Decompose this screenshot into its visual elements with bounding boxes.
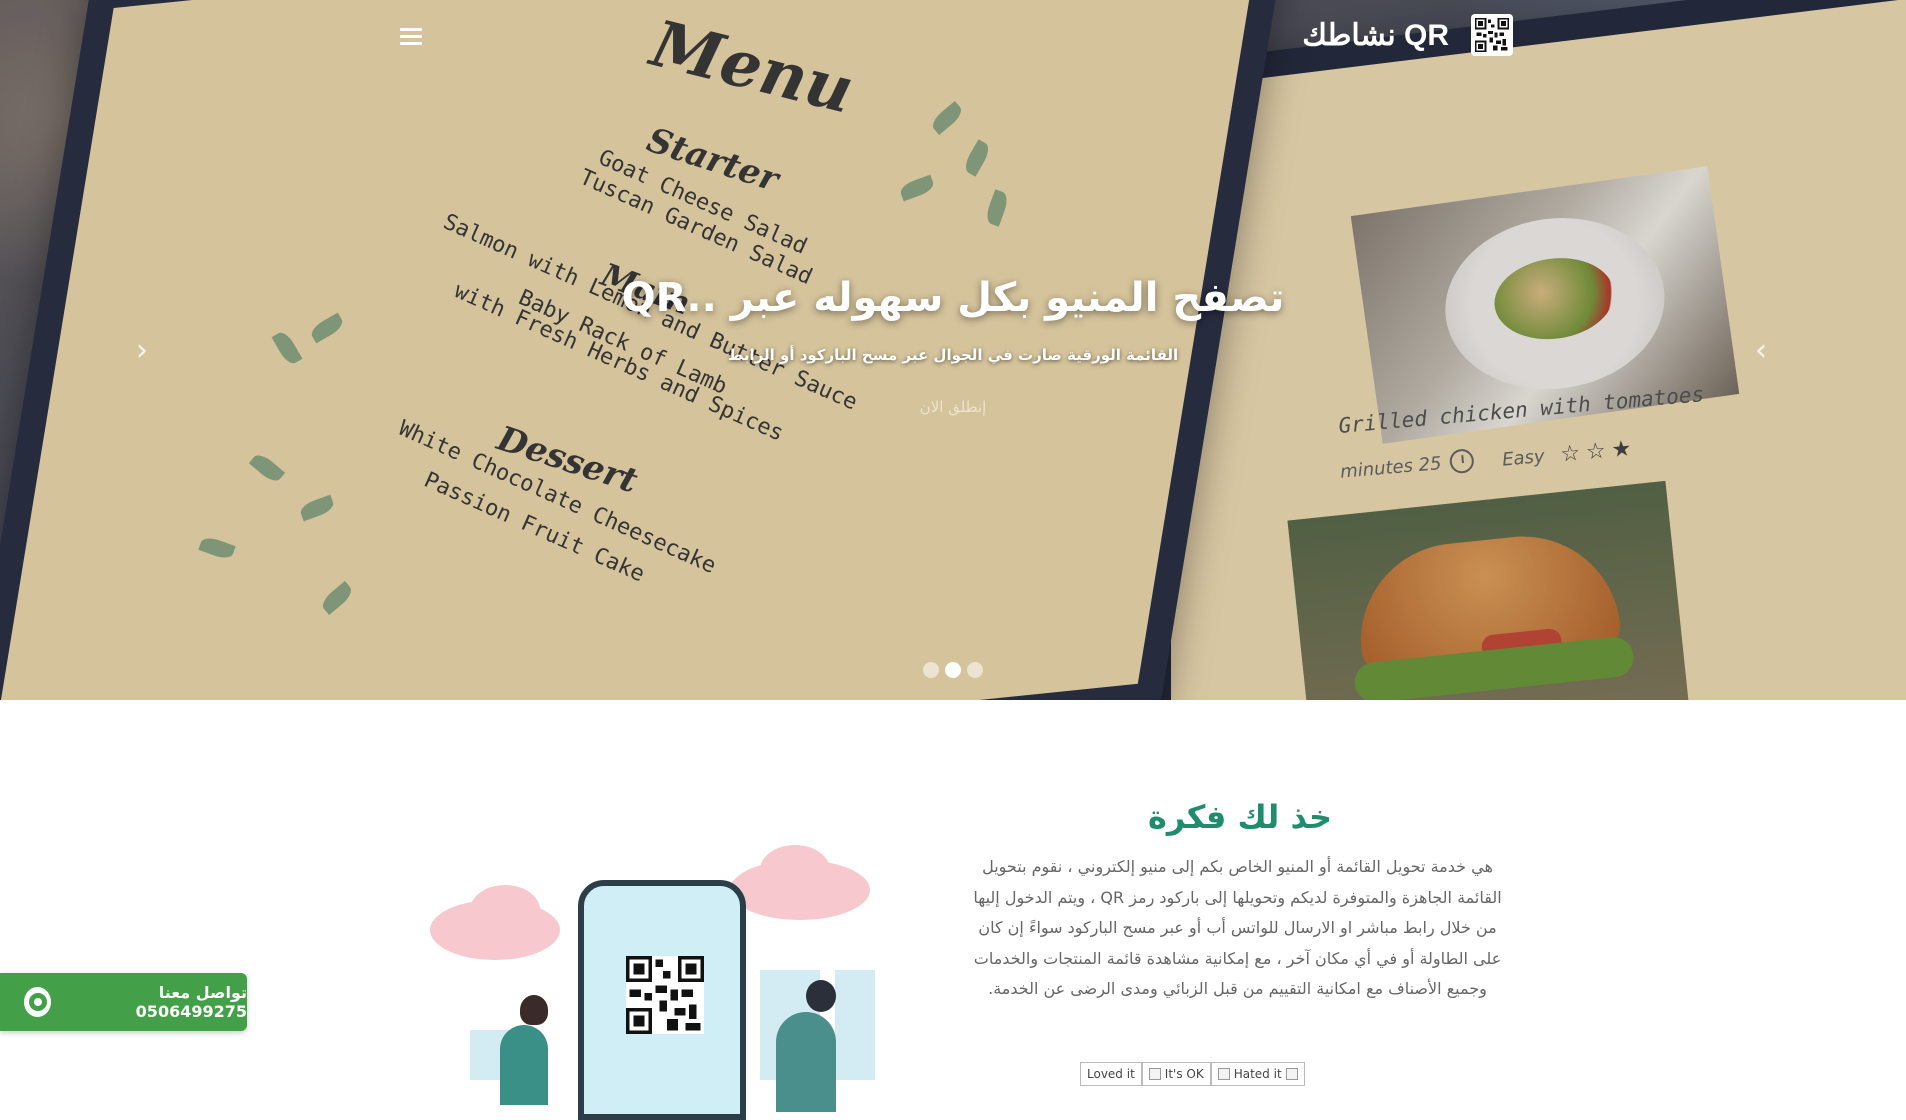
man-head: [806, 980, 836, 1012]
whatsapp-icon: [24, 987, 52, 1017]
rating-hated[interactable]: Hated it: [1210, 1062, 1305, 1086]
woman-head: [520, 995, 548, 1025]
broken-image-icon: [1285, 1068, 1298, 1080]
rating-hated-label: Hated it: [1233, 1067, 1282, 1081]
rating-loved[interactable]: Loved it: [1080, 1062, 1142, 1086]
chevron-left-icon[interactable]: ‹: [131, 334, 153, 368]
carousel-dot-active[interactable]: [945, 662, 961, 678]
hero-carousel: Menu Starter Goat Cheese Salad Tuscan Ga…: [0, 0, 1906, 700]
carousel-dot[interactable]: [923, 662, 939, 678]
hero-subtitle: القائمة الورقية صارت في الجوال عبر مسح ا…: [727, 346, 1179, 364]
hero-cta-link[interactable]: إنطلق الان: [920, 398, 987, 416]
qr-code-icon: [1471, 14, 1513, 56]
woman-figure: [500, 995, 548, 1105]
phone-illustration: [578, 880, 746, 1120]
man-body: [776, 1012, 836, 1112]
rating-loved-label: Loved it: [1087, 1067, 1135, 1081]
rating-ok[interactable]: It's OK: [1141, 1062, 1211, 1086]
whatsapp-label: تواصل معنا 0506499275: [135, 983, 247, 1021]
broken-image-icon: [1148, 1068, 1161, 1080]
carousel-dot[interactable]: [967, 662, 983, 678]
chevron-right-icon[interactable]: ›: [1750, 334, 1772, 368]
rating-ok-label: It's OK: [1164, 1067, 1204, 1081]
brand-logo-link[interactable]: QR نشاطك: [1302, 14, 1513, 56]
rating-widget: Loved it It's OK Hated it: [1080, 1062, 1305, 1086]
idea-title: خذ لك فكرة: [1148, 798, 1332, 836]
hero-title: تصفح المنيو بكل سهوله عبر ..QR: [621, 275, 1285, 321]
broken-image-icon: [1217, 1068, 1230, 1080]
man-figure: [776, 980, 836, 1112]
qr-code-icon: [626, 956, 704, 1034]
brand-name: QR نشاطك: [1302, 18, 1449, 52]
cloud-decoration: [760, 845, 830, 895]
qr-illustration: [430, 840, 890, 1120]
top-navbar: QR نشاطك: [0, 0, 1906, 80]
hero-cta-wrap: إنطلق الان: [0, 397, 1906, 416]
cloud-decoration: [470, 885, 540, 935]
woman-body: [500, 1025, 548, 1105]
idea-description: هي خدمة تحويل القائمة أو المنيو الخاص بك…: [973, 857, 1502, 998]
building-decoration: [835, 970, 875, 1080]
carousel-indicators: [0, 662, 1906, 678]
hamburger-icon[interactable]: [400, 28, 422, 48]
whatsapp-contact-button[interactable]: تواصل معنا 0506499275: [0, 973, 247, 1031]
